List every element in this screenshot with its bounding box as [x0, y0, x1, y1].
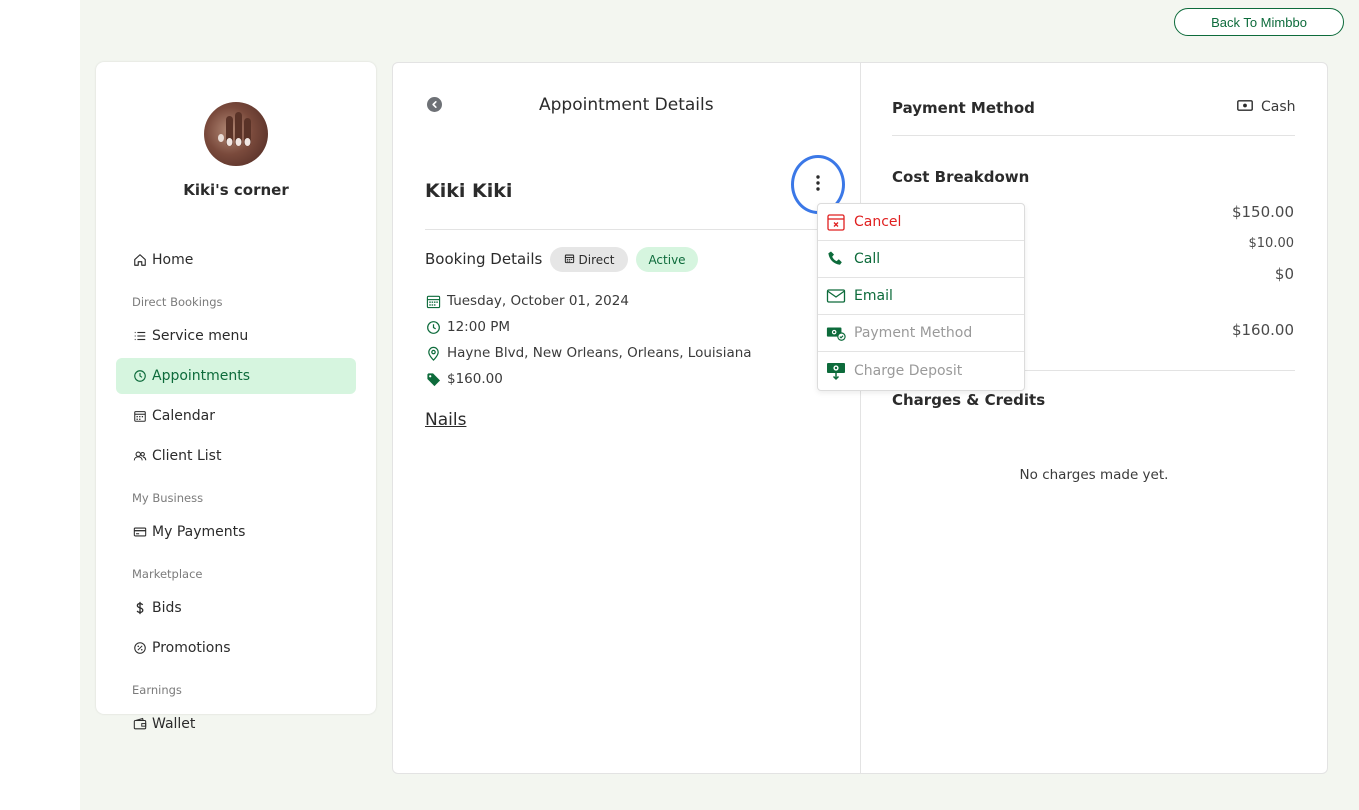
section-label-earnings: Earnings — [132, 683, 182, 697]
calendar-icon — [425, 293, 441, 309]
menu-item-charge-deposit[interactable]: Charge Deposit — [818, 352, 1024, 389]
cash-down-icon — [826, 361, 846, 381]
booking-type-label: Direct — [578, 252, 615, 267]
sidebar-item-client-list[interactable]: Client List — [116, 438, 356, 474]
section-label-direct-bookings: Direct Bookings — [132, 295, 223, 309]
menu-item-payment-method[interactable]: Payment Method — [818, 315, 1024, 352]
options-menu: Cancel Call Email Payment Method Charge … — [817, 203, 1025, 391]
payment-method-text: Cash — [1261, 99, 1296, 115]
sidebar-item-label: Home — [152, 252, 194, 268]
sidebar: Kiki's corner Home Direct Bookings Servi… — [96, 62, 376, 732]
appointment-time: 12:00 PM — [425, 319, 510, 335]
sidebar-item-label: Appointments — [152, 368, 251, 384]
divider — [892, 135, 1295, 136]
sidebar-item-promotions[interactable]: Promotions — [116, 630, 356, 666]
users-icon — [132, 448, 148, 464]
location-text: Hayne Blvd, New Orleans, Orleans, Louisi… — [447, 345, 752, 361]
menu-item-label: Cancel — [854, 214, 902, 230]
sidebar-item-label: Wallet — [152, 716, 196, 732]
menu-item-cancel[interactable]: Cancel — [818, 204, 1024, 241]
sidebar-item-label: My Payments — [152, 524, 246, 540]
sidebar-item-home[interactable]: Home — [116, 242, 356, 278]
appointment-location: Hayne Blvd, New Orleans, Orleans, Louisi… — [425, 345, 752, 361]
business-name: Kiki's corner — [183, 181, 289, 199]
section-label-marketplace: Marketplace — [132, 567, 203, 581]
sidebar-item-bids[interactable]: Bids — [116, 590, 356, 626]
list-icon — [132, 328, 148, 344]
menu-item-label: Call — [854, 251, 881, 267]
kebab-icon — [816, 174, 820, 195]
cost-amount: $150.00 — [1231, 203, 1294, 221]
cost-amount: $0 — [1274, 265, 1294, 283]
sidebar-item-label: Promotions — [152, 640, 231, 656]
booking-type-badge: Direct — [550, 247, 628, 272]
sidebar-item-wallet[interactable]: Wallet — [116, 706, 356, 742]
divider — [425, 229, 830, 230]
menu-item-label: Email — [854, 288, 893, 304]
mail-icon — [826, 286, 846, 306]
appointment-date: Tuesday, October 01, 2024 — [425, 293, 629, 309]
payment-method-value: Cash — [1237, 99, 1296, 115]
clock-icon — [425, 319, 441, 335]
clock-icon — [132, 368, 148, 384]
calendar-icon — [564, 253, 575, 267]
sidebar-item-label: Client List — [152, 448, 222, 464]
sidebar-item-calendar[interactable]: Calendar — [116, 398, 356, 434]
sidebar-item-label: Bids — [152, 600, 182, 616]
price-text: $160.00 — [447, 371, 503, 387]
page-title: Appointment Details — [539, 95, 714, 115]
sidebar-item-label: Calendar — [152, 408, 215, 424]
date-text: Tuesday, October 01, 2024 — [447, 293, 629, 309]
sidebar-item-label: Service menu — [152, 328, 249, 344]
section-label-my-business: My Business — [132, 491, 204, 505]
empty-charges-message: No charges made yet. — [1019, 467, 1169, 483]
time-text: 12:00 PM — [447, 319, 510, 335]
cash-check-icon — [826, 323, 846, 343]
card-icon — [132, 524, 148, 540]
sidebar-item-appointments[interactable]: Appointments — [116, 358, 356, 394]
percent-badge-icon — [132, 640, 148, 656]
home-icon — [132, 252, 148, 268]
service-link[interactable]: Nails — [425, 410, 466, 430]
sidebar-item-service-menu[interactable]: Service menu — [116, 318, 356, 354]
appointment-price: $160.00 — [425, 371, 503, 387]
phone-icon — [826, 249, 846, 269]
column-divider — [860, 63, 861, 773]
charges-credits-label: Charges & Credits — [892, 391, 1046, 409]
dollar-icon — [132, 600, 148, 616]
status-badge: Active — [636, 247, 698, 272]
location-pin-icon — [425, 345, 441, 361]
menu-item-email[interactable]: Email — [818, 278, 1024, 315]
payment-method-label: Payment Method — [892, 99, 1035, 117]
calendar-x-icon — [826, 212, 846, 232]
wallet-icon — [132, 716, 148, 732]
back-arrow-icon[interactable] — [427, 97, 442, 112]
booking-details-label: Booking Details — [425, 250, 543, 268]
calendar-icon — [132, 408, 148, 424]
avatar — [204, 102, 268, 166]
cash-icon — [1237, 99, 1253, 115]
menu-item-label: Charge Deposit — [854, 362, 963, 379]
menu-item-call[interactable]: Call — [818, 241, 1024, 278]
sidebar-item-my-payments[interactable]: My Payments — [116, 514, 356, 550]
cost-total: $160.00 — [1231, 321, 1294, 339]
cost-breakdown-label: Cost Breakdown — [892, 168, 1030, 186]
back-to-mimbbo-button[interactable]: Back To Mimbbo — [1174, 8, 1344, 36]
cost-amount: $10.00 — [1248, 236, 1295, 251]
client-name: Kiki Kiki — [425, 180, 513, 202]
menu-item-label: Payment Method — [854, 325, 973, 341]
price-tag-icon — [425, 371, 441, 387]
appointment-card: Appointment Details Kiki Kiki Booking De… — [392, 62, 1328, 774]
